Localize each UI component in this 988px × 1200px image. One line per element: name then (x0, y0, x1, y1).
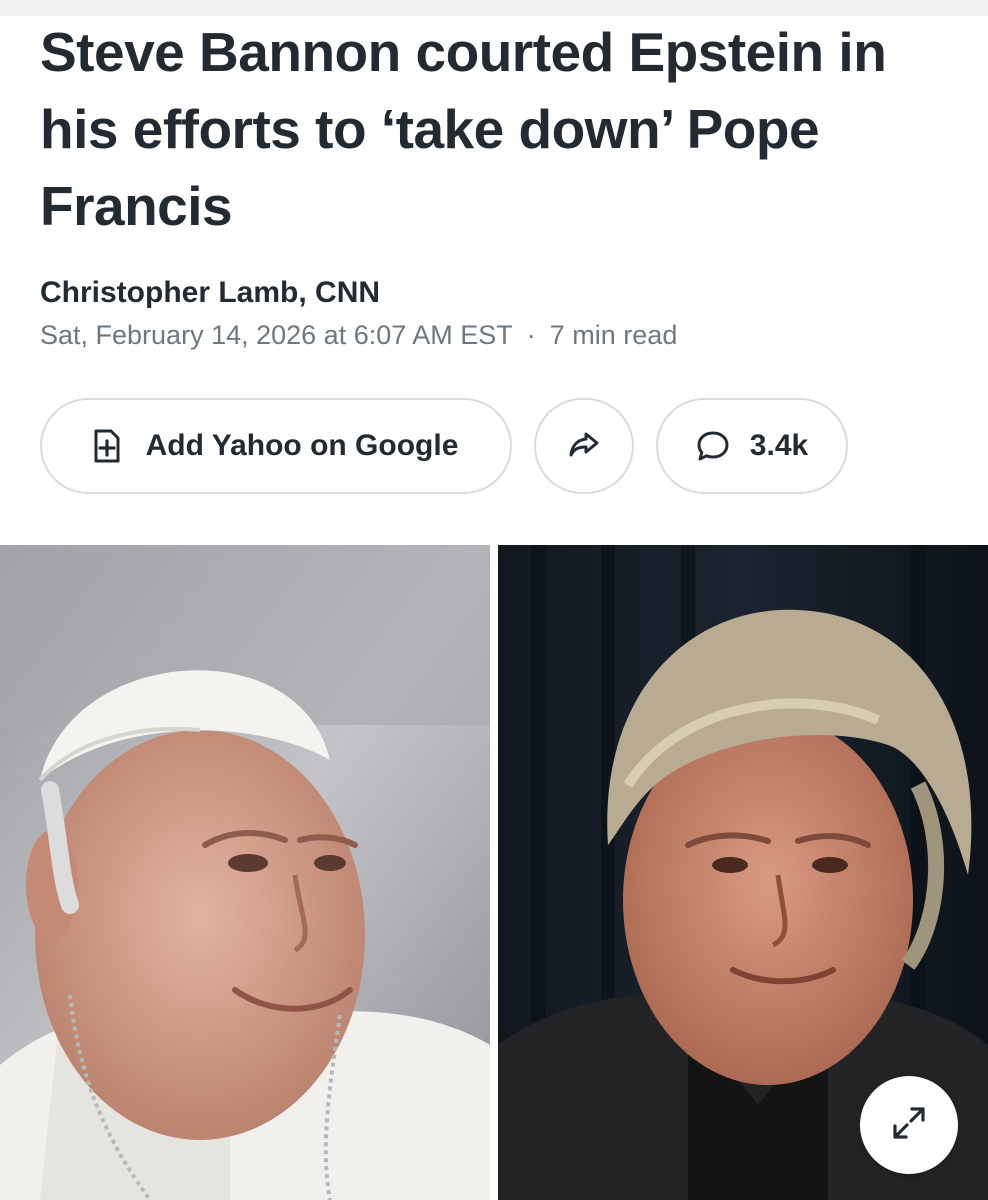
article-author[interactable]: Christopher Lamb, CNN (40, 276, 380, 310)
add-yahoo-label: Add Yahoo on Google (145, 429, 459, 462)
share-arrow-icon (568, 430, 600, 463)
share-button[interactable] (534, 398, 634, 494)
comment-bubble-icon (696, 429, 730, 463)
article-date: Sat, February 14, 2026 at 6:07 AM EST (40, 320, 513, 350)
expand-arrows-icon (889, 1103, 929, 1148)
comments-button[interactable]: 3.4k (656, 398, 848, 494)
portrait-photo-pope (0, 545, 490, 1200)
comments-count: 3.4k (749, 429, 809, 462)
read-time: 7 min read (549, 320, 678, 350)
article-headline: Steve Bannon courted Epstein in his effo… (40, 21, 887, 237)
meta-separator: · (526, 320, 536, 350)
add-yahoo-on-google-button[interactable]: Add Yahoo on Google (40, 398, 512, 494)
add-document-icon (94, 429, 120, 463)
article-meta: Sat, February 14, 2026 at 6:07 AM EST · 7 … (40, 320, 677, 351)
expand-image-button[interactable] (860, 1076, 958, 1174)
